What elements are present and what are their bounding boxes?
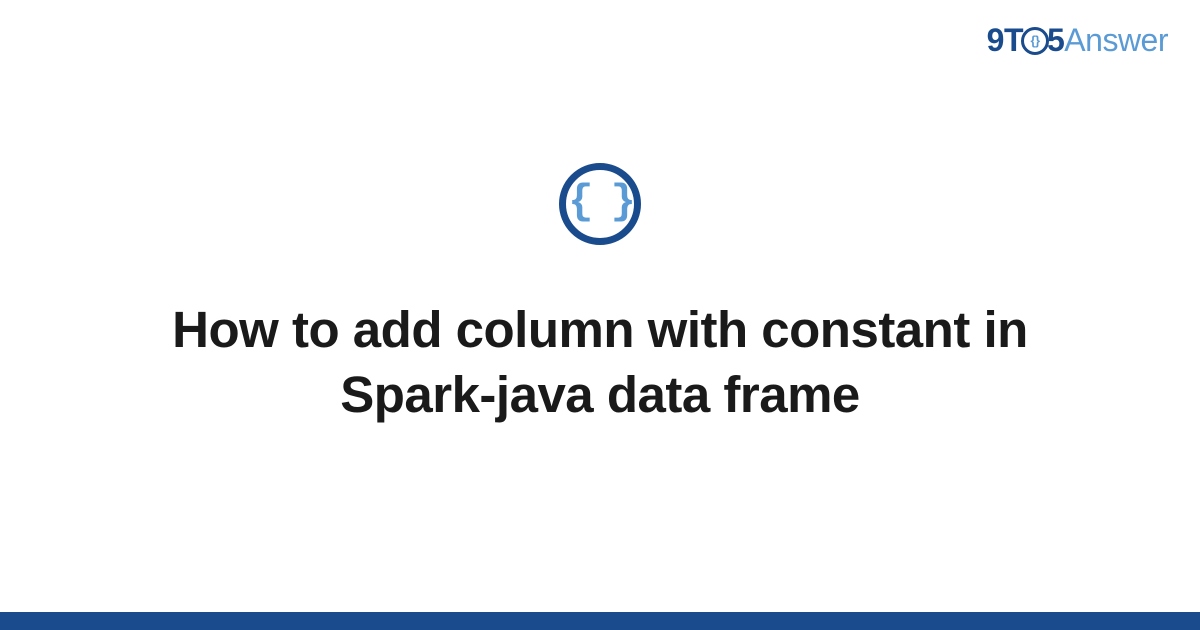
main-content: { } How to add column with constant in S… <box>0 0 1200 630</box>
code-braces-glyph: { } <box>568 181 632 223</box>
page-title: How to add column with constant in Spark… <box>100 297 1100 428</box>
code-braces-icon: { } <box>559 163 641 245</box>
footer-accent-bar <box>0 612 1200 630</box>
